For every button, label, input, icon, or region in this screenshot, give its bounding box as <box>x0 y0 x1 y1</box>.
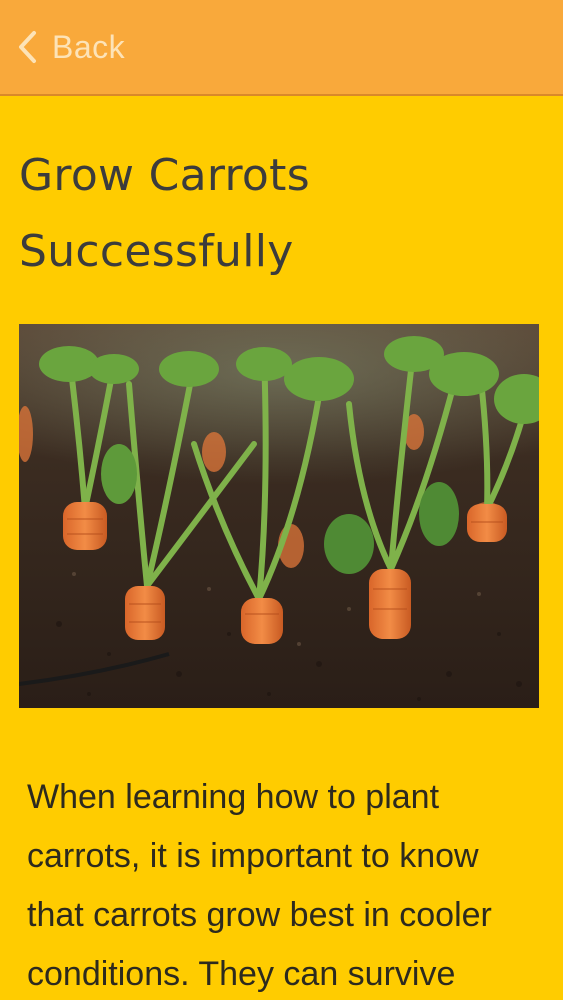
carrots-photo <box>19 324 539 708</box>
article-content[interactable]: Grow Carrots Successfully When learning … <box>0 98 563 1000</box>
page-title: Grow Carrots Successfully <box>19 150 310 277</box>
back-button[interactable]: Back <box>8 17 133 77</box>
app-header: Back <box>0 0 563 96</box>
article-body: When learning how to plant carrots, it i… <box>27 778 492 993</box>
chevron-left-icon <box>16 30 38 64</box>
back-label: Back <box>52 28 126 65</box>
